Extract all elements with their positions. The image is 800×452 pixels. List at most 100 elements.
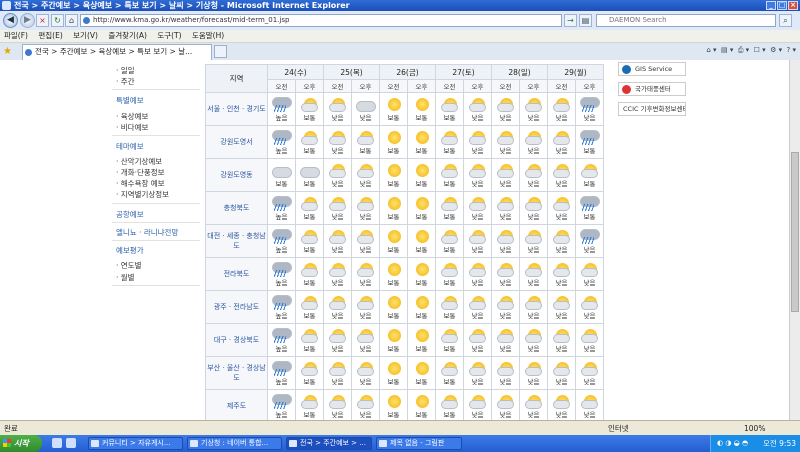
stop-icon[interactable]: × — [36, 14, 49, 27]
forecast-cell: 낮음 — [547, 257, 576, 291]
vertical-scrollbar[interactable] — [789, 60, 800, 420]
menu-favorites[interactable]: 즐겨찾기(A) — [108, 31, 147, 40]
left-menu-bloom[interactable]: · 개화·단풍정보 — [116, 167, 165, 178]
rain-icon — [578, 96, 602, 114]
forecast-cell: 낮음 — [463, 323, 492, 357]
left-menu-evaluation[interactable]: 예보평가 — [116, 245, 144, 256]
precip-probability: 높음 — [275, 279, 288, 287]
left-menu-monthly[interactable]: · 월별 — [116, 272, 135, 283]
quicklaunch-desktop-icon[interactable] — [66, 438, 76, 448]
status-text: 완료 — [4, 424, 18, 433]
zoom-level[interactable]: 100% — [744, 421, 765, 436]
forecast-cell: 낮음 — [463, 257, 492, 291]
forecast-cell: 낮음 — [351, 92, 380, 126]
left-menu-airport[interactable]: 공항예보 — [116, 209, 144, 220]
window-title-bar[interactable]: 전국 > 주간예보 > 육상예보 > 특보 보기 > 날씨 > 기상청 - Mi… — [0, 0, 800, 11]
sun-cloud-icon — [326, 327, 350, 345]
menu-tools[interactable]: 도구(T) — [157, 31, 181, 40]
close-button[interactable]: × — [788, 1, 798, 10]
sun-cloud-icon — [494, 294, 518, 312]
typhoon-center-logo[interactable]: 국가태풍센터 — [618, 82, 686, 96]
task-naver[interactable]: 기상청 : 네이버 통합... — [187, 437, 282, 450]
menu-help[interactable]: 도움말(H) — [192, 31, 224, 40]
region-name[interactable]: 광주 · 전라남도 — [205, 290, 268, 324]
precip-probability: 높음 — [275, 411, 288, 419]
precip-probability: 높음 — [275, 345, 288, 353]
left-menu-special-heading[interactable]: 특별예보 — [116, 95, 144, 106]
left-menu-mountain[interactable]: · 산악기상예보 — [116, 156, 162, 167]
home-icon[interactable]: ⌂ — [65, 14, 78, 27]
tray-icons[interactable]: ◐ ◑ ◒ ◓ — [717, 435, 748, 452]
favorites-star-icon[interactable]: ★ — [3, 46, 12, 57]
sun-cloud-icon — [298, 261, 322, 279]
forecast-cell: 낮음 — [547, 191, 576, 225]
region-name[interactable]: 강원도영서 — [205, 125, 268, 159]
sun-cloud-icon — [494, 393, 518, 411]
left-menu-weekly[interactable]: · 주간 — [116, 76, 135, 87]
tab-active[interactable]: 전국 > 주간예보 > 육상예보 > 특보 보기 > 날... — [22, 44, 212, 60]
left-menu-theme-heading[interactable]: 테마예보 — [116, 141, 144, 152]
minimize-button[interactable]: _ — [766, 1, 776, 10]
left-menu-beach[interactable]: · 해수욕장 예보 — [116, 178, 165, 189]
precip-probability: 보통 — [387, 345, 400, 353]
gis-service-logo[interactable]: GIS Service — [618, 62, 686, 76]
region-name[interactable]: 대구 · 경상북도 — [205, 323, 268, 357]
sun-cloud-icon — [550, 129, 574, 147]
precip-probability: 보통 — [303, 213, 316, 221]
menu-edit[interactable]: 편집(E) — [38, 31, 62, 40]
window-title: 전국 > 주간예보 > 육상예보 > 특보 보기 > 날씨 > 기상청 - Mi… — [14, 1, 350, 10]
search-input[interactable]: DAEMON Search — [596, 14, 776, 27]
region-name[interactable]: 충청북도 — [205, 191, 268, 225]
precip-probability: 낮음 — [583, 345, 596, 353]
menu-view[interactable]: 보기(V) — [73, 31, 98, 40]
menu-divider — [112, 240, 200, 241]
task-kma[interactable]: 전국 > 주간예보 > ... — [286, 437, 372, 450]
region-name[interactable]: 전라북도 — [205, 257, 268, 291]
precip-probability: 보통 — [303, 312, 316, 320]
left-menu-regional[interactable]: · 지역별기상정보 — [116, 189, 169, 200]
forecast-cell: 낮음 — [547, 224, 576, 258]
scroll-thumb[interactable] — [791, 152, 799, 312]
left-menu-daily[interactable]: · 일일 — [116, 65, 135, 76]
task-paint[interactable]: 제목 없음 - 그림판 — [376, 437, 462, 450]
quicklaunch-ie-icon[interactable] — [52, 438, 62, 448]
new-tab-button[interactable] — [214, 45, 227, 58]
maximize-button[interactable]: □ — [777, 1, 787, 10]
region-name[interactable]: 대전 · 세종 · 충청남도 — [205, 224, 268, 258]
left-menu-elnino[interactable]: 엘니뇨 · 라니냐전망 — [116, 227, 178, 238]
left-menu-land[interactable]: · 육상예보 — [116, 111, 148, 122]
command-bar-icons[interactable]: ⌂ ▾ ▤ ▾ ⎙ ▾ ☐ ▾ ⚙ ▾ ? ▾ — [706, 46, 796, 55]
sun-cloud-icon — [326, 294, 350, 312]
back-icon[interactable]: ◀ — [3, 13, 18, 28]
forward-icon[interactable]: ▶ — [20, 13, 35, 28]
sun-icon — [382, 327, 406, 345]
day-header: 29(월) — [547, 64, 604, 80]
refresh-icon[interactable]: ↻ — [51, 14, 64, 27]
go-button[interactable]: → — [564, 14, 577, 27]
region-name[interactable]: 부산 · 울산 · 경상남도 — [205, 356, 268, 390]
sun-cloud-icon — [326, 228, 350, 246]
task-community[interactable]: 커뮤니티 > 자유게시... — [88, 437, 183, 450]
sun-cloud-icon — [298, 360, 322, 378]
forecast-cell: 낮음 — [547, 92, 576, 126]
region-name[interactable]: 서울 · 인천 · 경기도 — [205, 92, 268, 126]
taskbar: 시작 커뮤니티 > 자유게시... 기상청 : 네이버 통합... 전국 > 주… — [0, 435, 800, 452]
sun-icon — [410, 129, 434, 147]
menu-file[interactable]: 파일(F) — [4, 31, 28, 40]
precip-probability: 낮음 — [359, 114, 372, 122]
forecast-cell: 보통 — [379, 191, 408, 225]
address-input[interactable]: http://www.kma.go.kr/weather/forecast/mi… — [80, 14, 562, 27]
precip-probability: 보통 — [275, 180, 288, 188]
sun-icon — [410, 294, 434, 312]
ccic-logo[interactable]: CCIC 기후변화정보센터 — [618, 102, 686, 116]
clock[interactable]: 오전 9:53 — [763, 439, 796, 448]
precip-probability: 낮음 — [555, 213, 568, 221]
search-icon[interactable]: ⌕ — [779, 14, 792, 27]
left-menu-yearly[interactable]: · 연도별 — [116, 260, 141, 271]
start-button[interactable]: 시작 — [0, 435, 42, 452]
left-menu-sea[interactable]: · 비다예보 — [116, 122, 148, 133]
region-name[interactable]: 강원도영동 — [205, 158, 268, 192]
rss-icon[interactable]: ▤ — [579, 14, 592, 27]
rain-icon — [578, 195, 602, 213]
region-name[interactable]: 제주도 — [205, 389, 268, 420]
